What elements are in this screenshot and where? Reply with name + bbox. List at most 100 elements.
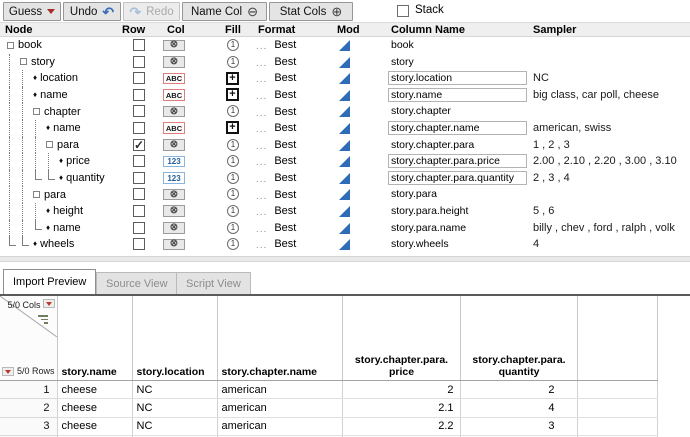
format-cell[interactable]: ...Best [256,87,296,104]
col-type-icon[interactable]: ⊗ [163,139,185,151]
node-expander-icon[interactable] [33,108,40,115]
redo-button[interactable]: ↷ Redo [123,2,180,21]
mod-triangle-icon[interactable] [339,140,350,151]
mod-triangle-icon[interactable] [339,73,350,84]
node-expander-icon[interactable] [46,141,53,148]
col-type-icon[interactable]: ⊗ [163,189,185,201]
tab-script-view[interactable]: Script View [176,272,251,294]
row-checkbox[interactable] [133,188,145,200]
format-cell[interactable]: ...Best [256,153,296,170]
format-cell[interactable]: ...Best [256,236,296,253]
node-expander-icon[interactable] [7,42,14,49]
fill-icon[interactable]: 1 [227,155,239,167]
rows-menu-button[interactable] [2,367,14,376]
node-label[interactable]: story [31,56,55,68]
col-type-icon[interactable]: ⊗ [163,56,185,68]
column-name-input[interactable]: story.chapter.para.quantity [388,171,527,185]
col-type-icon[interactable]: ⊗ [163,205,185,217]
row-checkbox[interactable] [133,122,145,134]
node-label[interactable]: location [40,72,78,84]
format-cell[interactable]: ...Best [256,203,296,220]
format-cell[interactable]: ...Best [256,70,296,87]
format-ellipsis-icon[interactable]: ... [256,157,267,168]
column-name-input[interactable]: story.location [388,71,527,85]
fill-icon[interactable]: + [226,121,239,134]
mod-triangle-icon[interactable] [339,123,350,134]
mod-triangle-icon[interactable] [339,223,350,234]
row-checkbox[interactable] [133,39,145,51]
mod-triangle-icon[interactable] [339,173,350,184]
node-label[interactable]: quantity [66,172,105,184]
col-type-icon[interactable]: ⊗ [163,239,185,251]
format-cell[interactable]: ...Best [256,37,296,54]
format-cell[interactable]: ...Best [256,220,296,237]
row-checkbox[interactable] [133,56,145,68]
node-label[interactable]: price [66,155,90,167]
format-cell[interactable]: ...Best [256,137,296,154]
col-type-icon[interactable]: ABC [163,122,185,134]
col-type-icon[interactable]: ⊗ [163,106,185,118]
stack-checkbox[interactable] [397,5,409,17]
node-label[interactable]: para [57,139,79,151]
fill-icon[interactable]: 1 [227,238,239,250]
node-expander-icon[interactable] [20,58,27,65]
format-ellipsis-icon[interactable]: ... [256,224,267,235]
format-ellipsis-icon[interactable]: ... [256,207,267,218]
tab-source-view[interactable]: Source View [96,272,178,294]
fill-icon[interactable]: 1 [227,222,239,234]
row-checkbox[interactable] [133,155,145,167]
format-ellipsis-icon[interactable]: ... [256,124,267,135]
row-checkbox[interactable] [133,72,145,84]
stat-cols-button[interactable]: Stat Cols ⊕ [269,2,353,21]
mod-triangle-icon[interactable] [339,156,350,167]
name-col-button[interactable]: Name Col ⊖ [182,2,267,21]
col-type-icon[interactable]: ⊗ [163,40,185,52]
row-checkbox[interactable] [133,172,145,184]
node-expander-icon[interactable] [33,191,40,198]
col-type-icon[interactable]: ABC [163,73,185,85]
node-label[interactable]: chapter [44,106,81,118]
column-name-input[interactable]: story.chapter.para.price [388,154,527,168]
format-cell[interactable]: ...Best [256,54,296,71]
node-label[interactable]: para [44,189,66,201]
format-cell[interactable]: ...Best [256,186,296,203]
mod-triangle-icon[interactable] [339,106,350,117]
row-checkbox[interactable] [133,205,145,217]
format-ellipsis-icon[interactable]: ... [256,108,267,119]
row-checkbox[interactable] [133,222,145,234]
column-name-input[interactable]: story.chapter.name [388,121,527,135]
node-label[interactable]: book [18,39,42,51]
fill-icon[interactable]: + [226,88,239,101]
fill-icon[interactable]: 1 [227,205,239,217]
row-checkbox[interactable] [133,89,145,101]
columns-menu-button[interactable] [43,299,55,308]
node-label[interactable]: name [53,222,81,234]
mod-triangle-icon[interactable] [339,57,350,68]
fill-icon[interactable]: 1 [227,139,239,151]
fill-icon[interactable]: 1 [227,188,239,200]
format-ellipsis-icon[interactable]: ... [256,58,267,69]
mod-triangle-icon[interactable] [339,206,350,217]
fill-icon[interactable]: 1 [227,39,239,51]
col-type-icon[interactable]: ABC [163,89,185,101]
format-ellipsis-icon[interactable]: ... [256,191,267,202]
format-cell[interactable]: ...Best [256,120,296,137]
col-type-icon[interactable]: ⊗ [163,222,185,234]
column-name-input[interactable]: story.name [388,88,527,102]
format-ellipsis-icon[interactable]: ... [256,91,267,102]
node-label[interactable]: name [53,122,81,134]
undo-button[interactable]: Undo ↶ [63,2,121,21]
row-checkbox[interactable] [133,105,145,117]
guess-button[interactable]: Guess [3,2,61,21]
fill-icon[interactable]: + [226,72,239,85]
format-ellipsis-icon[interactable]: ... [256,41,267,52]
fill-icon[interactable]: 1 [227,105,239,117]
format-ellipsis-icon[interactable]: ... [256,74,267,85]
format-cell[interactable]: ...Best [256,103,296,120]
fill-icon[interactable]: 1 [227,56,239,68]
col-type-icon[interactable]: 123 [163,156,185,168]
col-type-icon[interactable]: 123 [163,172,185,184]
format-ellipsis-icon[interactable]: ... [256,141,267,152]
mod-triangle-icon[interactable] [339,90,350,101]
format-cell[interactable]: ...Best [256,170,296,187]
